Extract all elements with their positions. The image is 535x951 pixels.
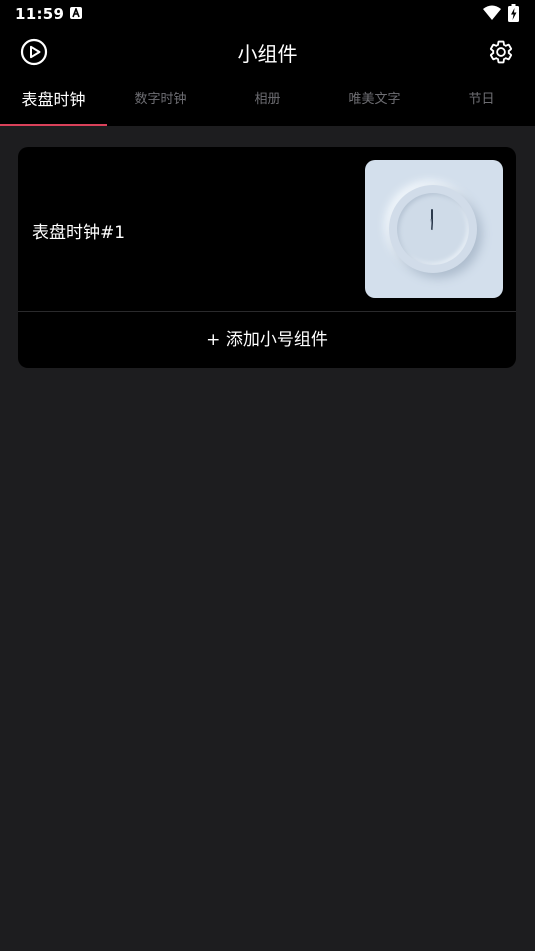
tab-dial-clock[interactable]: 表盘时钟 bbox=[0, 76, 107, 126]
tab-digital-clock[interactable]: 数字时钟 bbox=[107, 76, 214, 126]
widget-name: 表盘时钟#1 bbox=[32, 223, 126, 243]
app-bar: 小组件 bbox=[0, 28, 535, 76]
widget-card: 表盘时钟#1 + 添加小号组件 bbox=[18, 147, 516, 368]
clock-face bbox=[389, 185, 477, 273]
gear-icon[interactable] bbox=[488, 39, 514, 65]
screen: 11:59 小组件 表盘时钟 数字时钟 相册 唯美文字 节日 表盘时钟#1 + … bbox=[0, 0, 535, 951]
status-bar: 11:59 bbox=[0, 0, 535, 28]
widget-item[interactable]: 表盘时钟#1 bbox=[18, 147, 516, 312]
tab-bar: 表盘时钟 数字时钟 相册 唯美文字 节日 bbox=[0, 76, 535, 126]
page-title: 小组件 bbox=[237, 42, 298, 66]
add-small-widget-button[interactable]: + 添加小号组件 bbox=[18, 313, 516, 368]
tab-indicator bbox=[0, 124, 107, 126]
wifi-icon bbox=[483, 5, 501, 25]
tab-holiday[interactable]: 节日 bbox=[428, 76, 535, 126]
tab-aesthetic-text[interactable]: 唯美文字 bbox=[321, 76, 428, 126]
notification-icon bbox=[70, 7, 82, 19]
analog-clock-preview[interactable] bbox=[365, 160, 503, 298]
status-time: 11:59 bbox=[15, 5, 65, 23]
tab-album[interactable]: 相册 bbox=[214, 76, 321, 126]
clock-inner bbox=[397, 193, 469, 265]
battery-charging-icon bbox=[508, 4, 519, 26]
